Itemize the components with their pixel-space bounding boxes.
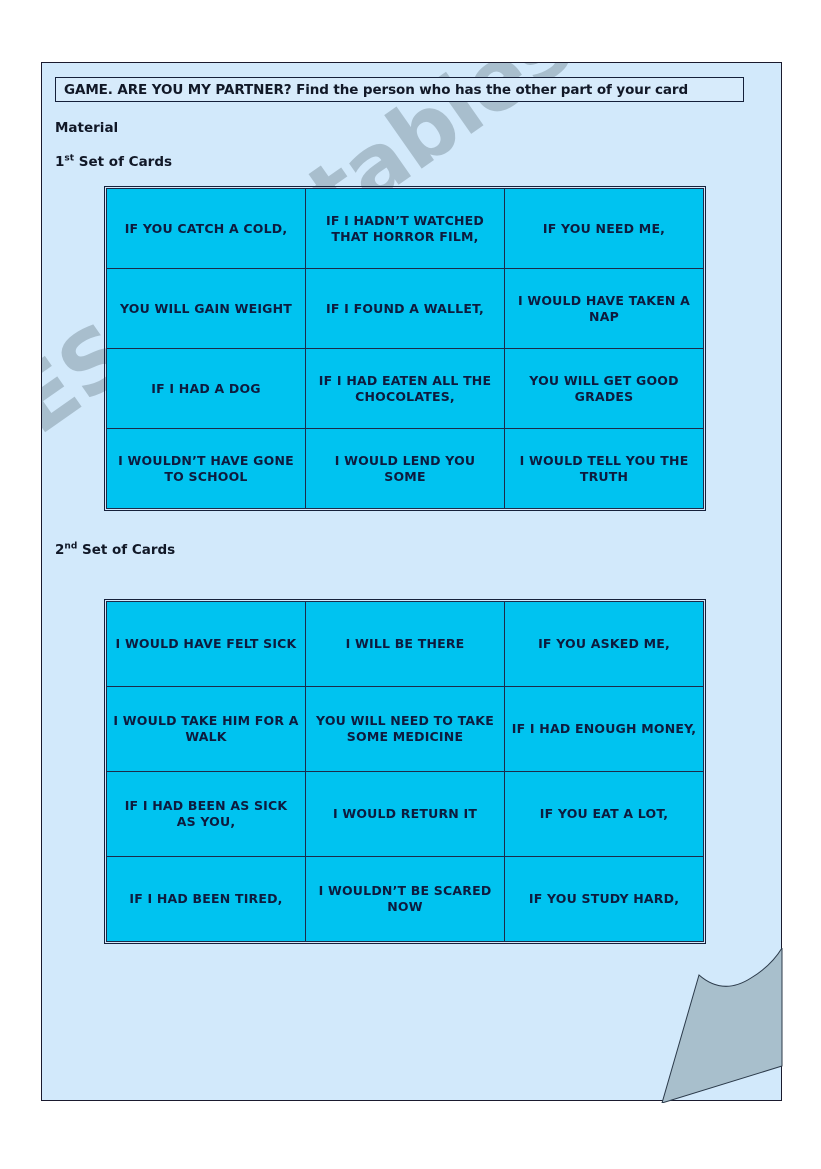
card-cell: I WOULD TAKE HIM FOR A WALK: [106, 686, 306, 772]
card-cell: IF YOU STUDY HARD,: [504, 856, 704, 942]
card-row: YOU WILL GAIN WEIGHT IF I FOUND A WALLET,…: [106, 268, 704, 349]
card-cell: IF I HAD BEEN TIRED,: [106, 856, 306, 942]
card-cell: IF I HAD BEEN AS SICK AS YOU,: [106, 771, 306, 857]
card-cell: I WOULD HAVE TAKEN A NAP: [504, 268, 704, 349]
card-cell: I WOULD RETURN IT: [305, 771, 505, 857]
card-row: I WOULD TAKE HIM FOR A WALK YOU WILL NEED…: [106, 686, 704, 772]
card-cell: IF YOU EAT A LOT,: [504, 771, 704, 857]
card-cell: I WOULD LEND YOU SOME: [305, 428, 505, 509]
page-title: GAME. ARE YOU MY PARTNER? Find the perso…: [64, 81, 689, 98]
set1-number: 1: [55, 154, 65, 170]
card-table-set2-body: I WOULD HAVE FELT SICK I WILL BE THERE IF …: [106, 601, 704, 942]
set2-heading: 2nd Set of Cards: [55, 542, 175, 558]
card-cell: I WOULDN’T HAVE GONE TO SCHOOL: [106, 428, 306, 509]
card-table-set2: I WOULD HAVE FELT SICK I WILL BE THERE IF …: [103, 598, 707, 945]
set2-number: 2: [55, 542, 65, 558]
card-cell: I WOULDN’T BE SCARED NOW: [305, 856, 505, 942]
card-cell: IF I HAD EATEN ALL THE CHOCOLATES,: [305, 348, 505, 429]
material-label: Material: [55, 120, 119, 136]
worksheet-title-box: GAME. ARE YOU MY PARTNER? Find the perso…: [55, 77, 744, 102]
card-cell: I WILL BE THERE: [305, 601, 505, 687]
set2-rest: Set of Cards: [77, 542, 176, 558]
set1-heading: 1st Set of Cards: [55, 154, 172, 170]
card-cell: IF I FOUND A WALLET,: [305, 268, 505, 349]
card-row: I WOULDN’T HAVE GONE TO SCHOOL I WOULD LE…: [106, 428, 704, 509]
card-table-set1: IF YOU CATCH A COLD, IF I HADN’T WATCHED …: [103, 185, 707, 512]
card-cell: IF YOU NEED ME,: [504, 188, 704, 269]
card-row: IF I HAD BEEN TIRED, I WOULDN’T BE SCARED…: [106, 856, 704, 942]
card-cell: I WOULD TELL YOU THE TRUTH: [504, 428, 704, 509]
card-row: IF I HAD BEEN AS SICK AS YOU, I WOULD RET…: [106, 771, 704, 857]
card-cell: IF I HAD A DOG: [106, 348, 306, 429]
card-row: IF YOU CATCH A COLD, IF I HADN’T WATCHED …: [106, 188, 704, 269]
worksheet-sheet: ESLprintables.com GAME. ARE YOU MY PARTN…: [41, 62, 782, 1101]
card-cell: YOU WILL GAIN WEIGHT: [106, 268, 306, 349]
card-row: I WOULD HAVE FELT SICK I WILL BE THERE IF …: [106, 601, 704, 687]
set1-ordinal-suffix: st: [64, 153, 75, 164]
card-cell: IF YOU ASKED ME,: [504, 601, 704, 687]
card-cell: IF YOU CATCH A COLD,: [106, 188, 306, 269]
card-cell: IF I HAD ENOUGH MONEY,: [504, 686, 704, 772]
card-cell: YOU WILL GET GOOD GRADES: [504, 348, 704, 429]
worksheet-page: ESLprintables.com GAME. ARE YOU MY PARTN…: [0, 0, 821, 1169]
card-cell: IF I HADN’T WATCHED THAT HORROR FILM,: [305, 188, 505, 269]
card-table-set1-body: IF YOU CATCH A COLD, IF I HADN’T WATCHED …: [106, 188, 704, 509]
card-cell: I WOULD HAVE FELT SICK: [106, 601, 306, 687]
card-row: IF I HAD A DOG IF I HAD EATEN ALL THE CHO…: [106, 348, 704, 429]
set1-rest: Set of Cards: [74, 154, 173, 170]
set2-ordinal-suffix: nd: [64, 541, 78, 552]
card-cell: YOU WILL NEED TO TAKE SOME MEDICINE: [305, 686, 505, 772]
